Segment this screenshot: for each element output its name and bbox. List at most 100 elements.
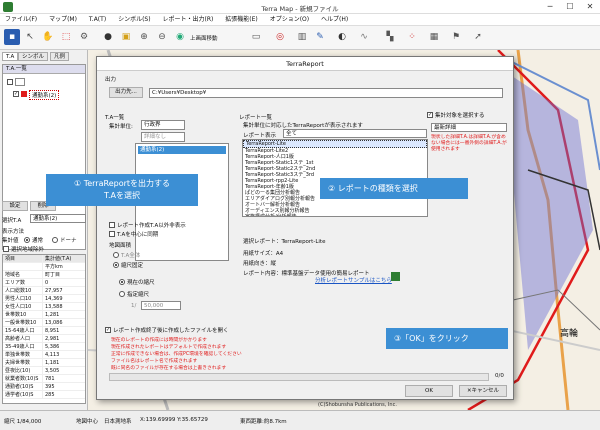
output-path-field[interactable]: C:¥Users¥Desktop¥ — [149, 88, 503, 98]
table-row: 35-49歳人口 5,386 — [3, 343, 85, 351]
table-cell: 昼夜比(10) — [3, 367, 43, 374]
sync-center-checkbox[interactable] — [109, 231, 115, 237]
table-row: 15-64歳人口 8,951 — [3, 327, 85, 335]
tab-symbol[interactable]: シンボル — [18, 52, 49, 61]
pen-icon[interactable]: ✎ — [312, 29, 328, 45]
excel-icon — [391, 272, 400, 281]
table-header: 項目 — [3, 255, 43, 262]
report-display-select[interactable]: 全て — [283, 129, 427, 138]
table-row: 就業者数(10)S 781 — [3, 375, 85, 383]
menu-extension[interactable]: 拡張機能(E) — [220, 14, 262, 26]
aggregate-target-select[interactable]: 最新詳細 — [431, 123, 507, 132]
zoom-move-label[interactable]: 上画面移動 — [190, 34, 218, 42]
radio-ta-whole[interactable] — [113, 252, 119, 258]
output-folder-button[interactable]: 出力先... — [109, 87, 143, 98]
report-display-label: レポート表示 — [243, 133, 277, 139]
warning-line-2: 現在作成されたレポートはデフォルトで作成されます — [111, 345, 227, 350]
grid-icon[interactable]: ⁘ — [404, 29, 420, 45]
maximize-button[interactable]: ☐ — [560, 0, 580, 14]
agg-unit-select[interactable]: 行政界 — [141, 120, 185, 130]
menu-option[interactable]: オプション(O) — [265, 14, 314, 26]
menu-report[interactable]: レポート・出力(R) — [158, 14, 219, 26]
chart-icon[interactable]: ▚ — [382, 29, 398, 45]
move-icon[interactable]: ◉ — [172, 29, 188, 45]
menu-file[interactable]: ファイル(F) — [0, 14, 42, 26]
ta-list-item[interactable]: 通勤系(2) — [138, 146, 226, 154]
zoom-in-icon[interactable]: ⊕ — [136, 29, 152, 45]
sample-link[interactable]: 分析レポートサンプルはこちら — [315, 276, 392, 284]
tab-ta[interactable]: T.A — [2, 52, 19, 61]
scale-prefix: 1/ — [131, 303, 137, 309]
arrow-icon[interactable]: ➚ — [470, 29, 486, 45]
table-cell: 13,588 — [45, 304, 63, 310]
radio-fixed-scale[interactable] — [113, 262, 119, 268]
scale-input[interactable]: 50,000 — [141, 301, 181, 310]
hand-icon[interactable]: ✋ — [40, 29, 56, 45]
sync-center-label: T.Aを中心に同期 — [117, 232, 159, 238]
selection-icon[interactable]: ⬚ — [58, 29, 74, 45]
menu-map[interactable]: マップ(M) — [44, 14, 82, 26]
tab-legend[interactable]: 凡例 — [50, 52, 70, 61]
radio-donut-label: ドーナ — [60, 238, 77, 244]
settings-button[interactable]: 設定 — [2, 201, 28, 211]
radio-specified-scale[interactable] — [119, 291, 125, 297]
exclude-region-checkbox[interactable] — [3, 246, 9, 252]
status-scale: 縮尺 1/84,000 — [4, 419, 42, 425]
callout-step1: ① TerraReportを出力する T.Aを選択 — [46, 174, 198, 206]
radio-normal[interactable] — [24, 237, 30, 243]
table-row: 男性人口10 14,369 — [3, 295, 85, 303]
ok-button[interactable]: OK — [405, 385, 453, 397]
map-place-label: 高輪 — [560, 329, 579, 339]
zoom-out-icon[interactable]: ⊖ — [154, 29, 170, 45]
folder-icon — [15, 78, 25, 86]
callout-step3: ③「OK」をクリック — [386, 328, 508, 349]
gear-icon[interactable]: ⚙ — [76, 29, 92, 45]
menu-symbol[interactable]: シンボル(S) — [113, 14, 156, 26]
circle-icon[interactable]: ◎ — [272, 29, 288, 45]
plot-icon[interactable]: ▦ — [426, 29, 442, 45]
aggregate-target-label: 集計対象を選択する — [435, 113, 485, 119]
selected-ta-select[interactable]: 通勤系(2) — [30, 214, 86, 223]
table-row: 地域名 町丁目 — [3, 271, 85, 279]
hide-non-report-checkbox[interactable] — [109, 222, 115, 228]
line-icon[interactable]: ∿ — [356, 29, 372, 45]
menu-ta[interactable]: T.A(T) — [84, 14, 111, 26]
table-cell: 8,951 — [45, 328, 60, 334]
minimize-button[interactable]: ─ — [540, 0, 560, 14]
report-list-item[interactable]: 家族構成分析/分析報告 — [243, 214, 427, 216]
flag-icon[interactable]: ⚑ — [448, 29, 464, 45]
symbol-icon[interactable]: ● — [100, 29, 116, 45]
detail-select[interactable]: 詳細なし — [141, 132, 185, 142]
ta-list-label: T.A一覧 — [105, 115, 125, 121]
table-cell: 27,957 — [45, 288, 63, 294]
open-file-checkbox[interactable]: ✓ — [105, 327, 111, 333]
table-cell: 4,113 — [45, 352, 60, 358]
table-cell: 通学者(10)S — [3, 391, 43, 398]
selected-ta-label: 選択T.A — [2, 218, 22, 224]
ta-item-label[interactable]: 通勤系(2) — [29, 90, 60, 100]
table-cell: 14,369 — [45, 296, 63, 302]
table-header: 集計値(T.A) — [45, 256, 72, 262]
ta-root-checkbox[interactable] — [7, 79, 13, 85]
cancel-button[interactable]: ✕キャンセル — [459, 385, 507, 397]
report-list-item[interactable]: TerraReport-Lite — [243, 140, 427, 148]
window-title: Terra Map - 新規ファイル — [261, 5, 339, 13]
table-cell: 0 — [45, 280, 49, 286]
close-button[interactable]: ✕ — [580, 0, 600, 14]
ta-item-checkbox[interactable]: ✓ — [13, 91, 19, 97]
table-cell: 平方km — [45, 264, 63, 270]
menu-help[interactable]: ヘルプ(H) — [316, 14, 353, 26]
paint-icon[interactable]: ◐ — [334, 29, 350, 45]
radio-donut[interactable] — [52, 237, 58, 243]
pointer-icon[interactable]: ↖ — [22, 29, 38, 45]
hide-non-report-label: レポート作成T.A以外非表示 — [117, 223, 186, 229]
print-icon[interactable]: ▭ — [248, 29, 264, 45]
radio-current-scale[interactable] — [119, 279, 125, 285]
left-panel: T.A シンボル 凡例 T.A.一覧 ✓ 通勤系(2) 設定 削除 選択T.A … — [0, 50, 88, 410]
frame-icon[interactable]: ▣ — [118, 29, 134, 45]
table-cell: 781 — [45, 376, 55, 382]
table-cell: エリア数 — [3, 279, 43, 286]
save-icon[interactable]: ▪ — [4, 29, 20, 45]
aggregate-target-checkbox[interactable]: ✓ — [427, 112, 433, 118]
copy-icon[interactable]: ▥ — [294, 29, 310, 45]
